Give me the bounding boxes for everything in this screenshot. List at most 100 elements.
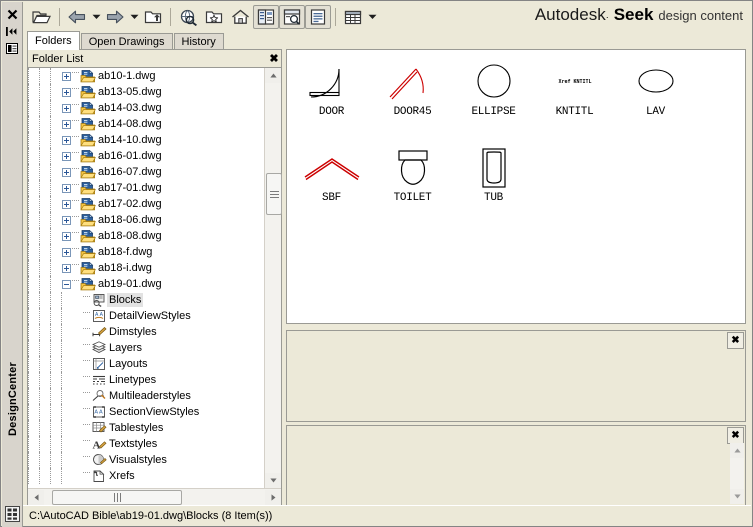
tree-item[interactable]: ab18-08.dwg — [28, 228, 264, 244]
tab-folders[interactable]: Folders — [27, 31, 80, 50]
tree-expand-button[interactable] — [61, 228, 72, 244]
block-item[interactable]: LAV — [615, 58, 696, 138]
up-button[interactable] — [140, 5, 166, 29]
favorites-button[interactable] — [201, 5, 227, 29]
tree-indent-guide — [28, 292, 39, 308]
tree-scroll-right-button[interactable] — [265, 489, 281, 505]
close-icon — [7, 9, 17, 20]
tree-expand-button[interactable] — [61, 260, 72, 276]
tree-scroll-left-button[interactable] — [28, 489, 44, 505]
tree-item[interactable]: A Textstyles — [28, 436, 264, 452]
tree-expand-button[interactable] — [61, 116, 72, 132]
tree-item-icon-wrap — [79, 148, 96, 164]
load-button[interactable] — [29, 5, 55, 29]
tree-expand-button[interactable] — [61, 84, 72, 100]
tree-view-toggle-button[interactable] — [253, 5, 279, 29]
tree-expand-button[interactable] — [61, 244, 72, 260]
description-scroll-up-button[interactable] — [730, 443, 744, 458]
block-item[interactable]: DOOR — [291, 58, 372, 138]
description-scroll-down-button[interactable] — [730, 489, 744, 504]
tree-expand-button[interactable] — [61, 132, 72, 148]
tree-expand-button[interactable] — [61, 196, 72, 212]
tree-item-label: ab18-f.dwg — [98, 246, 153, 258]
back-button[interactable] — [64, 5, 90, 29]
tree-item-icon-wrap — [79, 276, 96, 292]
search-button[interactable] — [175, 5, 201, 29]
block-item[interactable]: TOILET — [372, 144, 453, 224]
tree-item[interactable]: Dimstyles — [28, 324, 264, 340]
tree-item[interactable]: Tablestyles — [28, 420, 264, 436]
block-item[interactable]: Xref KNTITL KNTITL — [534, 58, 615, 138]
tree-scroll-thumb[interactable] — [266, 173, 282, 215]
tree-item[interactable]: ab14-08.dwg — [28, 116, 264, 132]
preview-toggle-button[interactable] — [279, 5, 305, 29]
block-item[interactable]: ELLIPSE — [453, 58, 534, 138]
tree-item[interactable]: Multileaderstyles — [28, 388, 264, 404]
palette-autohide-button[interactable] — [3, 23, 22, 40]
tree-item[interactable]: Layouts — [28, 356, 264, 372]
tree-expand-button[interactable] — [61, 100, 72, 116]
tree-item[interactable]: Layers — [28, 340, 264, 356]
tree-item[interactable]: ab19-01.dwg — [28, 276, 264, 292]
tree-connector — [83, 295, 90, 305]
preview-close-button[interactable]: ✖ — [727, 332, 744, 349]
block-thumbnail — [294, 58, 370, 104]
tree-item[interactable]: ab14-10.dwg — [28, 132, 264, 148]
tree-item[interactable]: ab13-05.dwg — [28, 84, 264, 100]
tree-item[interactable]: Linetypes — [28, 372, 264, 388]
tree-vertical-scrollbar[interactable] — [264, 68, 282, 488]
tree-expand-button[interactable] — [61, 148, 72, 164]
tab-open-drawings[interactable]: Open Drawings — [80, 33, 173, 50]
tree-item[interactable]: A A DetailViewStyles — [28, 308, 264, 324]
tree-item[interactable]: ab16-07.dwg — [28, 164, 264, 180]
tree-scroll-down-button[interactable] — [265, 473, 281, 488]
tree-item[interactable]: Xrefs — [28, 468, 264, 484]
tree-item[interactable]: Visualstyles — [28, 452, 264, 468]
description-close-button[interactable]: ✖ — [727, 427, 744, 444]
home-button[interactable] — [227, 5, 253, 29]
folder-tree[interactable]: ab10-1.dwg ab13-05.dwg ab14-03.dwg ab14-08.… — [28, 68, 264, 488]
tree-item[interactable]: ab10-1.dwg — [28, 68, 264, 84]
tree-item[interactable]: Blocks — [28, 292, 264, 308]
forward-dropdown[interactable] — [128, 5, 140, 29]
tree-scroll-up-button[interactable] — [265, 68, 281, 83]
back-dropdown[interactable] — [90, 5, 102, 29]
palette-grid-button[interactable] — [4, 505, 21, 523]
tree-expand-button[interactable] — [61, 180, 72, 196]
tree-collapse-button[interactable] — [61, 276, 72, 292]
tree-item[interactable]: ab16-01.dwg — [28, 148, 264, 164]
block-item[interactable]: DOOR45 — [372, 58, 453, 138]
tree-indent-guide — [28, 164, 39, 180]
palette-close-button[interactable] — [3, 6, 22, 23]
tree-item-icon-wrap — [79, 84, 96, 100]
tree-horizontal-scrollbar[interactable] — [28, 488, 281, 505]
autodesk-seek-banner[interactable]: Autodesk · Seek design content — [531, 5, 747, 29]
tab-history[interactable]: History — [173, 33, 224, 50]
forward-button[interactable] — [102, 5, 128, 29]
tree-expand-button[interactable] — [61, 212, 72, 228]
tree-item[interactable]: ab18-06.dwg — [28, 212, 264, 228]
tree-expand-button[interactable] — [61, 164, 72, 180]
views-dropdown[interactable] — [366, 5, 378, 29]
sectionview-icon: AA — [92, 406, 105, 418]
tree-item[interactable]: ab14-03.dwg — [28, 100, 264, 116]
tree-item[interactable]: ab17-02.dwg — [28, 196, 264, 212]
tree-expand-button[interactable] — [61, 68, 72, 84]
folder-list-close-button[interactable]: ✖ — [267, 52, 281, 65]
content-panel[interactable]: DOOR DOOR45 ELLIPSE Xref KNTITL KNTITL LAV SBF… — [286, 49, 746, 324]
tree-item[interactable]: A A SectionViewStyles — [28, 404, 264, 420]
tree-indent-guide — [28, 452, 39, 468]
caret-up-icon — [733, 448, 741, 453]
tree-item[interactable]: ab18-i.dwg — [28, 260, 264, 276]
tree-leaf-spacer — [72, 420, 83, 436]
tree-item[interactable]: ab17-01.dwg — [28, 180, 264, 196]
tree-item[interactable]: ab18-f.dwg — [28, 244, 264, 260]
palette-properties-button[interactable] — [3, 40, 22, 57]
tree-hscroll-thumb[interactable] — [52, 489, 182, 505]
block-item[interactable]: SBF — [291, 144, 372, 224]
description-toggle-button[interactable] — [305, 5, 331, 29]
views-button[interactable] — [340, 5, 366, 29]
block-item[interactable]: TUB — [453, 144, 534, 224]
tree-item-icon-wrap: A — [90, 436, 107, 452]
description-vertical-scrollbar[interactable] — [730, 443, 744, 504]
